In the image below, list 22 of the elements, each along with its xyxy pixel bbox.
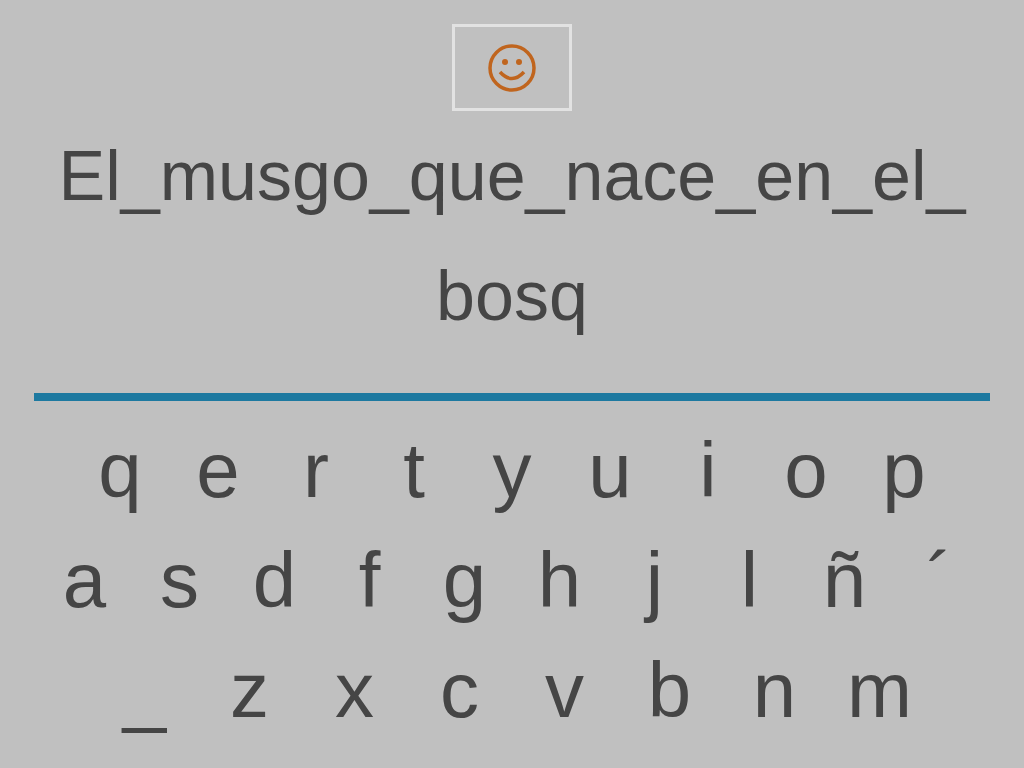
smiley-icon: [487, 42, 537, 93]
letter-key[interactable]: i: [659, 431, 757, 509]
letter-key[interactable]: c: [407, 651, 512, 729]
letter-key[interactable]: f: [322, 541, 417, 619]
letter-key[interactable]: v: [512, 651, 617, 729]
letter-key[interactable]: r: [267, 431, 365, 509]
letter-key[interactable]: e: [169, 431, 267, 509]
letter-key[interactable]: ñ: [797, 541, 892, 619]
letter-key[interactable]: m: [827, 651, 932, 729]
letter-key[interactable]: t: [365, 431, 463, 509]
letter-key[interactable]: ´: [892, 541, 987, 619]
letter-key[interactable]: z: [197, 651, 302, 729]
letter-key[interactable]: s: [132, 541, 227, 619]
letter-key[interactable]: h: [512, 541, 607, 619]
letter-key[interactable]: a: [37, 541, 132, 619]
letter-key[interactable]: o: [757, 431, 855, 509]
letter-key[interactable]: d: [227, 541, 322, 619]
letter-key[interactable]: u: [561, 431, 659, 509]
letter-key[interactable]: b: [617, 651, 722, 729]
letter-key[interactable]: x: [302, 651, 407, 729]
letter-key[interactable]: n: [722, 651, 827, 729]
letter-key[interactable]: l: [702, 541, 797, 619]
